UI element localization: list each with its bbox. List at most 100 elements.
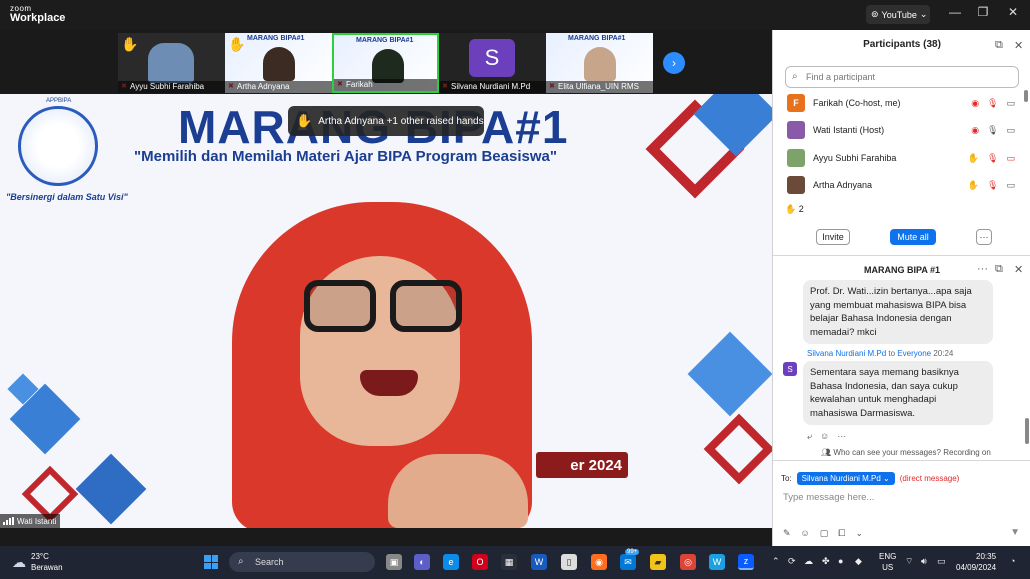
emoji-reaction-icon[interactable]: ☺ (820, 431, 829, 442)
participants-title: Participants (38) (863, 39, 941, 50)
teams-icon[interactable]: ◐ (414, 554, 430, 570)
mute-all-button[interactable]: Mute all (890, 229, 936, 245)
raised-hands-notification[interactable]: ✋ Artha Adnyana +1 other raised hands (288, 106, 484, 136)
mail-icon[interactable]: ✉ (620, 554, 636, 570)
file-explorer-icon[interactable]: ▰ (650, 554, 666, 570)
participant-row[interactable]: F Farikah (Co-host, me) ◉ 🎙︎ ▭ (787, 92, 1019, 114)
volume-icon[interactable]: 🔊︎ (921, 556, 927, 567)
notification-badge: 99+ (625, 549, 640, 555)
tray-app-icon[interactable]: ● (838, 556, 843, 566)
video-tile[interactable]: MARANG BIPA#1 ✖ Elita Ulfiana_UIN RMS (546, 33, 653, 93)
wifi-icon[interactable]: ⌔ (905, 556, 913, 567)
chrome-icon[interactable]: ◎ (680, 554, 696, 570)
participant-search-input[interactable]: ⌕ Find a participant (785, 66, 1019, 88)
tile-banner-title: MARANG BIPA#1 (356, 37, 414, 44)
tile-name: Artha Adnyana (225, 81, 332, 93)
language-indicator[interactable]: ENG US (879, 551, 896, 573)
recipient-value: Silvana Nurdiani M.Pd (801, 474, 881, 483)
tile-banner-title: MARANG BIPA#1 (247, 35, 305, 42)
video-icon[interactable]: ▭ (1006, 125, 1015, 136)
signal-strength-icon (3, 517, 14, 525)
close-icon[interactable]: ✕ (1014, 39, 1023, 52)
more-options-button[interactable]: ··· (976, 229, 992, 245)
more-icon[interactable]: ··· (977, 263, 988, 275)
side-panel: Participants (38) ⧉ ✕ ⌕ Find a participa… (772, 30, 1030, 546)
recording-icon: ◉ (971, 97, 980, 108)
taskbar-search[interactable]: ⌕ Search (229, 552, 375, 572)
chat-scrollbar[interactable] (1025, 418, 1029, 444)
chat-input[interactable]: Type message here... (783, 492, 874, 503)
zoom-taskbar-icon[interactable]: z (738, 554, 754, 570)
tray-app-icon[interactable]: ✤ (822, 556, 830, 567)
video-icon[interactable]: ▭ (1006, 98, 1015, 109)
clock-time: 20:35 (976, 552, 997, 561)
youtube-stream-button[interactable]: ⊚ YouTube ⌄ (866, 5, 930, 24)
video-tile-active-speaker[interactable]: MARANG BIPA#1 ✖ Farikah (332, 33, 439, 93)
message-actions: ⤶ ☺ ··· (807, 431, 846, 442)
chat-message-meta: Silvana Nurdiani M.Pd to Everyone 20:24 (807, 349, 953, 358)
opera-icon[interactable]: O (472, 554, 488, 570)
chevron-down-icon[interactable]: ⌄ (855, 528, 863, 539)
tray-app-icon[interactable]: ⟳ (788, 556, 796, 567)
recipient-dropdown[interactable]: Silvana Nurdiani M.Pd ⌄ (796, 472, 895, 485)
raised-hand-icon: ✋ (228, 36, 246, 52)
invite-button[interactable]: Invite (816, 229, 850, 245)
edge-icon[interactable]: e (443, 554, 459, 570)
mic-icon[interactable]: 🎙︎ (987, 125, 998, 136)
format-icon[interactable]: ✎ (783, 528, 791, 539)
store-icon[interactable]: ▦ (501, 554, 517, 570)
taskbar-search-label: Search (255, 557, 284, 567)
start-button[interactable] (204, 555, 218, 569)
message-visibility-notice[interactable]: 👥︎ Who can see your messages? Recording … (821, 448, 991, 457)
search-icon: ⌕ (792, 71, 798, 82)
system-clock[interactable]: 20:35 04/09/2024 (956, 551, 996, 573)
tile-name: Silvana Nurdiani M.Pd (439, 81, 546, 93)
reply-icon[interactable]: ⤶ (807, 431, 812, 442)
emblem-motto: "Bersinergi dalam Satu Visi" (6, 192, 128, 202)
participant-avatar: S (469, 39, 515, 77)
mic-muted-icon[interactable]: 🎙︎ (987, 98, 998, 109)
file-icon[interactable]: ▢ (820, 528, 829, 539)
emoji-icon[interactable]: ☺ (801, 528, 810, 539)
task-view-icon[interactable]: ▣ (386, 554, 402, 570)
screenshot-icon[interactable]: ⧠ (838, 528, 845, 539)
video-tile[interactable]: MARANG BIPA#1 ✋ ✖ Artha Adnyana (225, 33, 332, 93)
participants-scrollbar[interactable] (1024, 90, 1028, 102)
visibility-text: Who can see your messages? Recording on (833, 448, 991, 457)
participant-avatar (787, 121, 805, 139)
raised-hands-count: 2 (798, 204, 804, 214)
popout-icon[interactable]: ⧉ (995, 39, 1003, 52)
participant-row[interactable]: Artha Adnyana ✋ 🎙︎ ▭ (787, 174, 1019, 196)
tray-app-icon[interactable]: ◆ (855, 556, 862, 567)
video-tile[interactable]: S ✖ Silvana Nurdiani M.Pd (439, 33, 546, 93)
mic-muted-icon[interactable]: 🎙︎ (987, 153, 998, 164)
chevron-up-icon[interactable]: ⌃ (772, 556, 780, 567)
battery-icon[interactable]: ▭ (937, 556, 946, 567)
mic-muted-icon[interactable]: 🎙︎ (987, 180, 998, 191)
participant-row[interactable]: Wati Istanti (Host) ◉ 🎙︎ ▭ (787, 119, 1019, 141)
more-icon[interactable]: ··· (837, 431, 846, 442)
search-icon: ⌕ (238, 556, 244, 567)
weather-widget[interactable]: ☁ 23°C Berawan (12, 551, 63, 573)
popout-icon[interactable]: ⧉ (995, 263, 1003, 276)
firefox-icon[interactable]: ◉ (591, 554, 607, 570)
minimize-button[interactable]: — (945, 5, 965, 19)
video-tile[interactable]: ✋ ✖ Ayyu Subhi Farahiba (118, 33, 225, 93)
send-icon[interactable]: ▼ (1010, 527, 1020, 538)
chevron-down-icon: ⌄ (919, 9, 928, 19)
app-icon[interactable]: W (709, 554, 725, 570)
close-window-button[interactable]: ✕ (1003, 5, 1023, 19)
document-icon[interactable]: ▯ (561, 554, 577, 570)
next-page-button[interactable]: › (663, 52, 685, 74)
word-icon[interactable]: W (531, 554, 547, 570)
message-time: 20:24 (933, 349, 954, 358)
video-icon[interactable]: ▭ (1006, 180, 1015, 191)
notification-bell-icon[interactable]: ◔ (1010, 556, 1015, 566)
restore-button[interactable]: ❐ (973, 5, 993, 19)
participant-row[interactable]: Ayyu Subhi Farahiba ✋ 🎙︎ ▭ (787, 147, 1019, 169)
video-off-icon[interactable]: ▭ (1006, 153, 1015, 164)
onedrive-icon[interactable]: ☁ (804, 556, 813, 567)
main-speaker-video[interactable]: APPBIPA "Bersinergi dalam Satu Visi" MAR… (0, 94, 772, 528)
sender-name[interactable]: Silvana Nurdiani M.Pd (807, 349, 886, 358)
close-icon[interactable]: ✕ (1014, 263, 1023, 276)
